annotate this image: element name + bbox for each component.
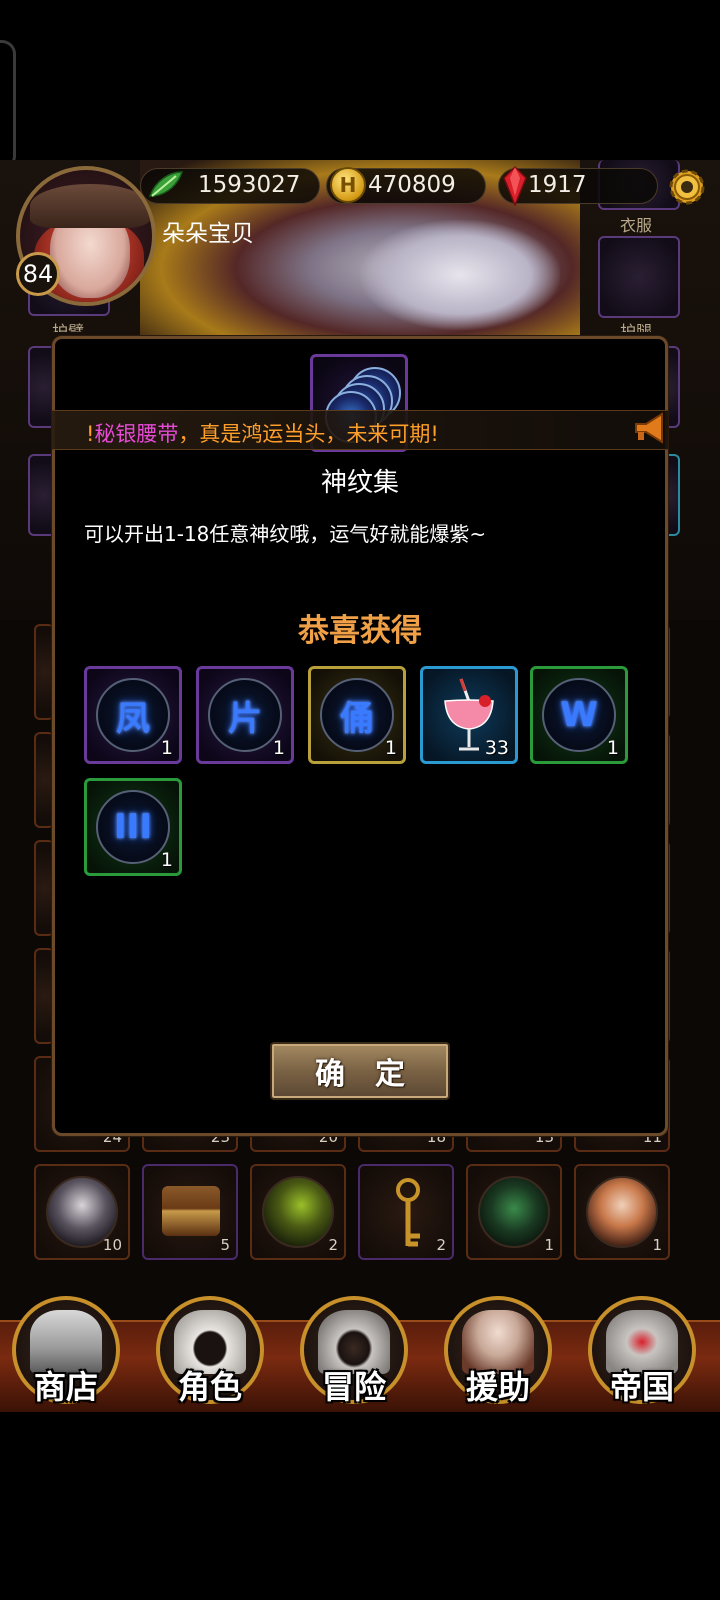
system-nav-area <box>0 1412 720 1600</box>
confirm-button[interactable]: 确定 <box>270 1042 450 1100</box>
nav-empire-label: 帝国 <box>609 1368 674 1406</box>
inventory-item[interactable] <box>34 732 54 828</box>
inventory-item[interactable]: 1 <box>466 1164 562 1260</box>
avatar-hat <box>30 184 150 228</box>
inventory-item[interactable] <box>34 948 54 1044</box>
announcement-item-name: 秘银腰带 <box>94 422 179 446</box>
rune-w-icon: W <box>542 678 616 752</box>
reward-count: 1 <box>160 737 173 759</box>
stamina-value: 1593027 <box>198 172 301 198</box>
inventory-item[interactable]: 2 <box>250 1164 346 1260</box>
nav-shop-label: 商店 <box>33 1368 98 1406</box>
equip-label-leggings: 护腿 <box>620 322 653 332</box>
inventory-item-count: 1 <box>544 1236 554 1254</box>
rune-feng-icon: 凤 <box>96 678 170 752</box>
reward-count: 33 <box>484 737 509 759</box>
nav-support-label: 援助 <box>465 1368 530 1406</box>
inventory-item-count: 2 <box>328 1236 338 1254</box>
reward-count: 1 <box>384 737 397 759</box>
gold-coin-icon: H <box>330 167 366 203</box>
gold-value: 470809 <box>368 172 456 198</box>
nav-character-label: 角色 <box>177 1368 242 1406</box>
red-gem-icon <box>503 166 527 206</box>
status-area <box>0 0 720 160</box>
announcement-marquee: !秘银腰带，真是鸿运当头，未来可期! <box>52 410 668 450</box>
reward-count: 1 <box>606 737 619 759</box>
nav-adventure-label: 冒险 <box>321 1368 386 1406</box>
reward-item[interactable]: 33 <box>420 666 518 764</box>
reward-item[interactable]: 凤 1 <box>84 666 182 764</box>
wolf-mount-art <box>360 220 560 330</box>
equip-slot-leggings[interactable] <box>598 236 680 318</box>
inventory-item-count: 5 <box>220 1236 230 1254</box>
player-level-badge: 84 <box>16 252 60 296</box>
rune-yong-icon: 俑 <box>320 678 394 752</box>
reward-item[interactable]: III 1 <box>84 778 182 876</box>
reward-item[interactable]: 片 1 <box>196 666 294 764</box>
reward-item[interactable]: W 1 <box>530 666 628 764</box>
megaphone-icon <box>635 412 663 444</box>
inventory-item[interactable]: 10 <box>34 1164 130 1260</box>
golden-key-icon <box>396 1178 420 1247</box>
treasure-chest-icon <box>162 1186 220 1236</box>
inventory-item-art <box>262 1176 334 1248</box>
gem-value: 1917 <box>528 172 587 198</box>
player-level: 84 <box>22 260 54 288</box>
rune-iii-icon: III <box>96 790 170 864</box>
stamina-leaf-icon <box>148 171 184 197</box>
announcement-message: ，真是鸿运当头，未来可期! <box>178 422 439 446</box>
settings-gear-icon[interactable] <box>664 164 710 210</box>
dialog-title: 神纹集 <box>320 468 399 498</box>
inventory-item[interactable]: 1 <box>574 1164 670 1260</box>
inventory-item-count: 10 <box>102 1236 122 1254</box>
player-name: 朵朵宝贝 <box>162 221 254 247</box>
reward-item[interactable]: 俑 1 <box>308 666 406 764</box>
equip-label-clothes: 衣服 <box>620 216 653 235</box>
congrats-heading: 恭喜获得 <box>298 613 422 649</box>
inventory-item-count: 1 <box>652 1236 662 1254</box>
equip-label-bracer: 护臂 <box>52 322 85 332</box>
inventory-item[interactable]: 2 <box>358 1164 454 1260</box>
confirm-button-label: 确定 <box>315 1057 435 1092</box>
reward-count: 1 <box>272 737 285 759</box>
inventory-item[interactable]: 5 <box>142 1164 238 1260</box>
announcement-text: !秘银腰带，真是鸿运当头，未来可期! <box>86 418 439 448</box>
inventory-item-count: 2 <box>436 1236 446 1254</box>
rune-pian-icon: 片 <box>208 678 282 752</box>
inventory-item[interactable] <box>34 624 54 720</box>
inventory-item-art <box>586 1176 658 1248</box>
reward-count: 1 <box>160 849 173 871</box>
inventory-item-art <box>478 1176 550 1248</box>
dialog-description: 可以开出1-18任意神纹哦，运气好就能爆紫~ <box>84 522 487 546</box>
side-frame-decoration <box>0 40 16 170</box>
inventory-item[interactable] <box>34 840 54 936</box>
